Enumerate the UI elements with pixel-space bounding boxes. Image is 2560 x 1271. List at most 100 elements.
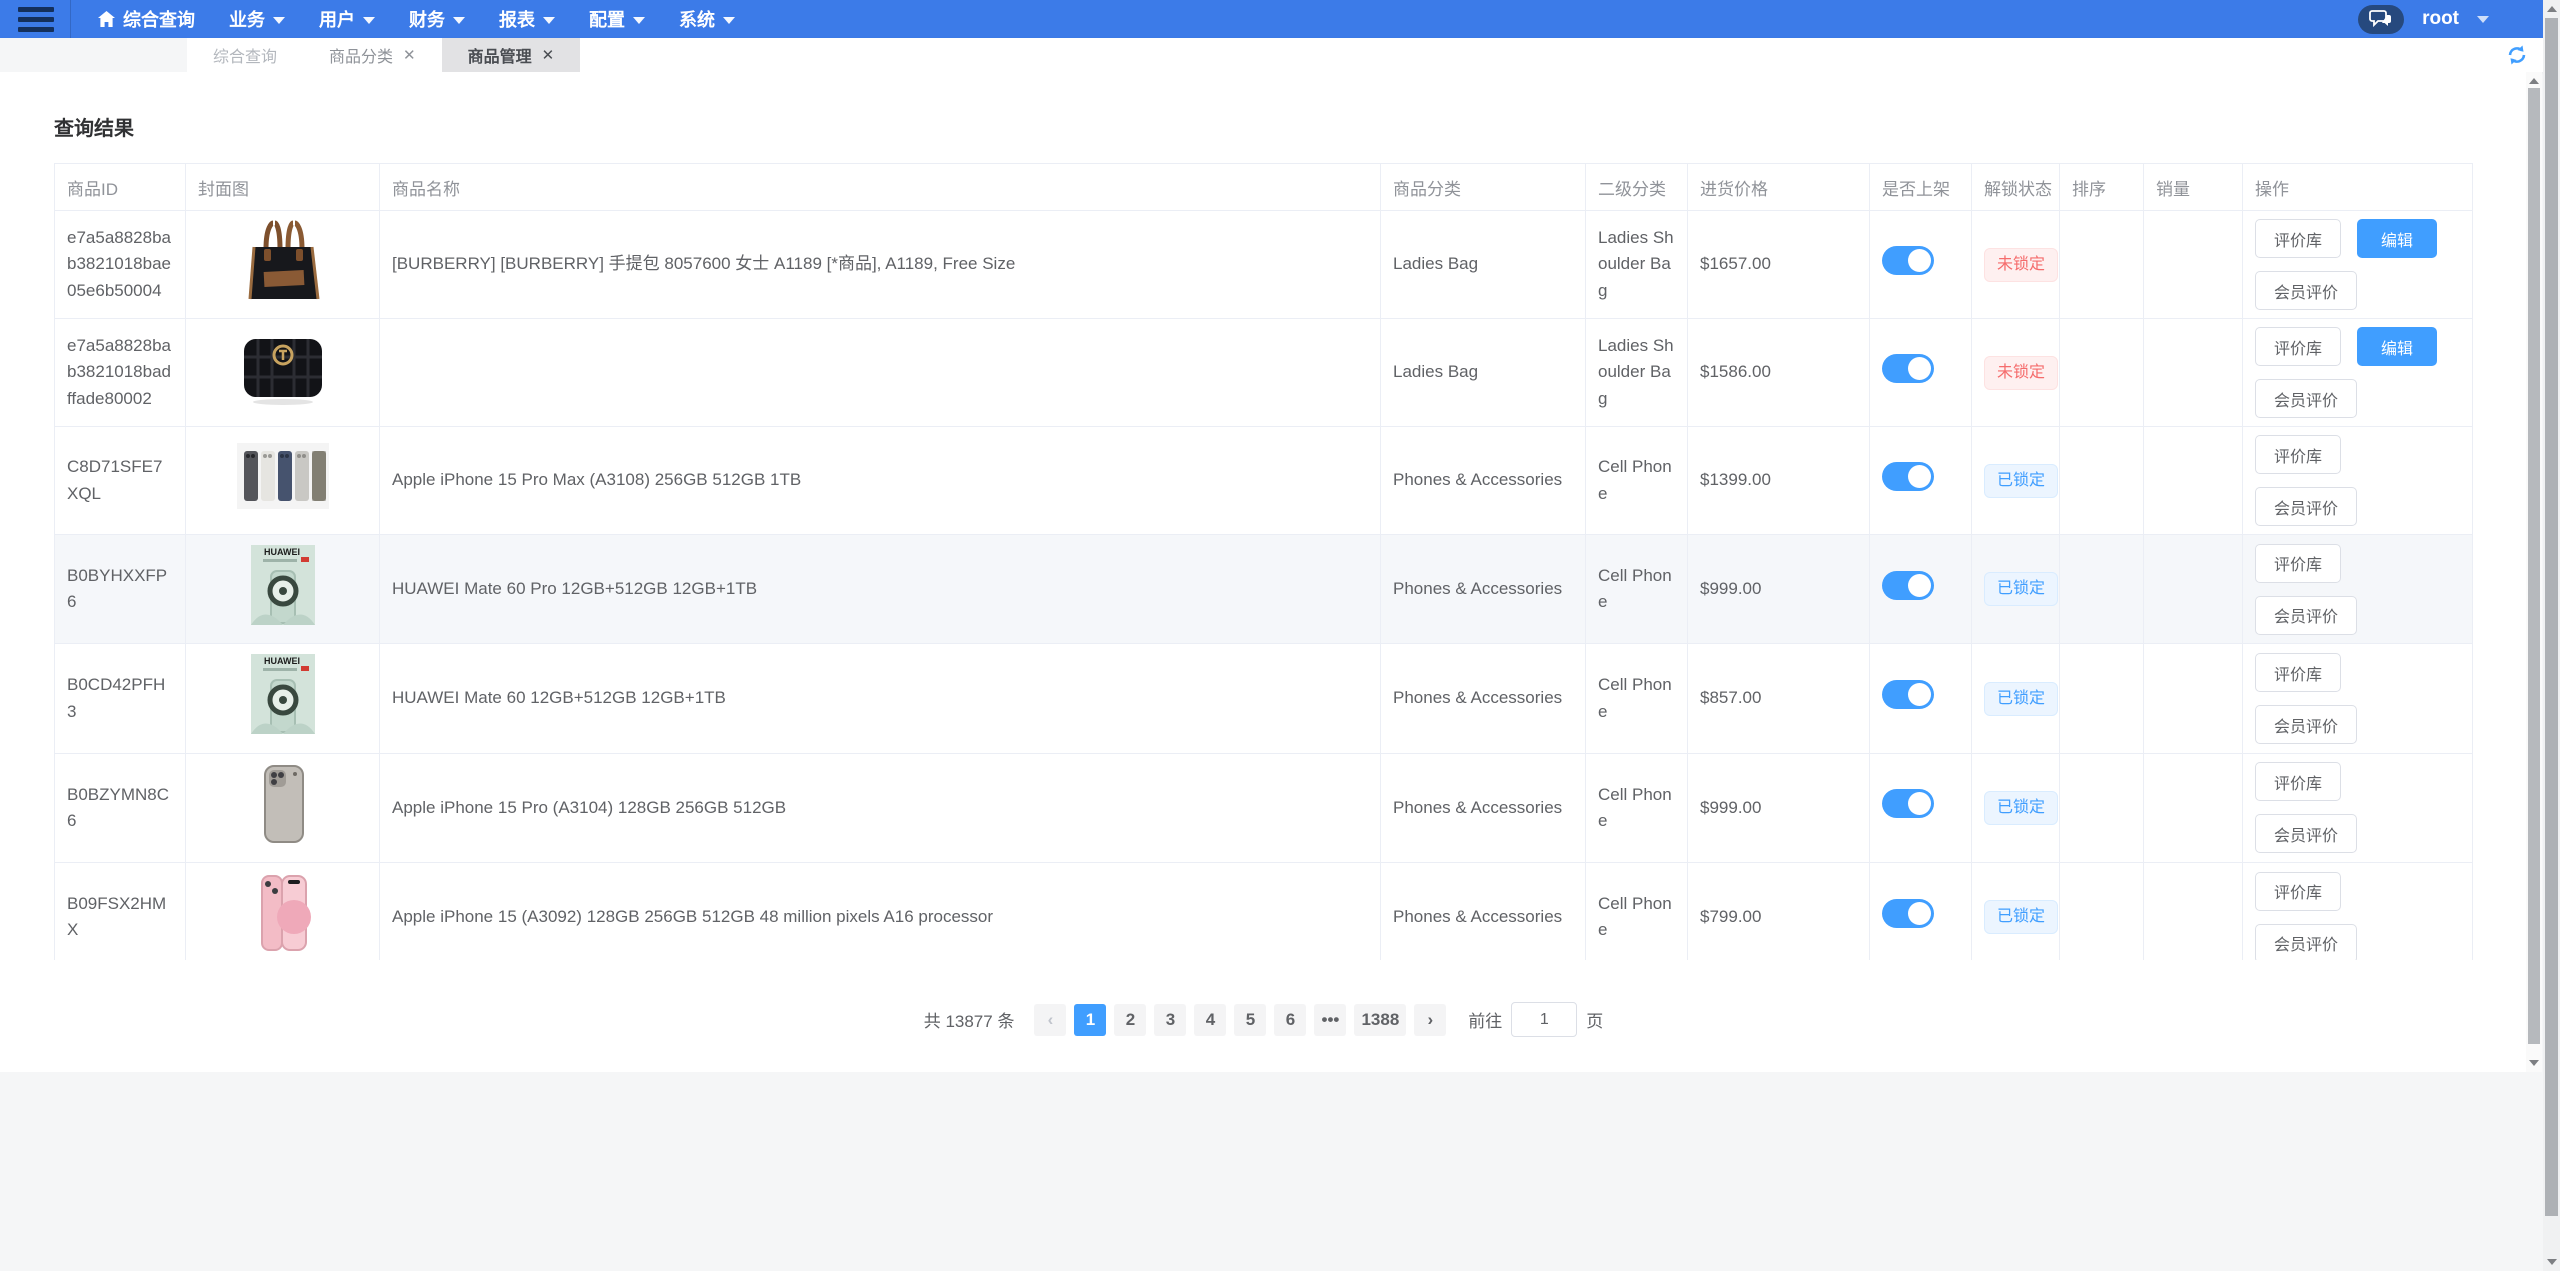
chevron-down-icon (453, 17, 465, 24)
column-header-商品ID: 商品ID (54, 163, 186, 211)
nav-item-label: 财务 (409, 10, 445, 30)
review-library-button[interactable]: 评价库 (2255, 871, 2342, 911)
page-button-1[interactable]: 1 (1074, 1003, 1107, 1036)
column-header-销量: 销量 (2143, 163, 2243, 211)
lock-status-badge: 已锁定 (1984, 681, 2059, 716)
table-row: B0BYHXXFP6 HUAWEI HUAWEI Mate 60 Pro 12GB+… (54, 533, 2473, 645)
tab-label: 综合查询 (213, 49, 278, 66)
nav-item-1[interactable]: 综合查询 (81, 0, 212, 38)
nav-item-7[interactable]: 系统 (662, 0, 752, 38)
next-page-button[interactable]: › (1414, 1003, 1447, 1036)
nav-item-label: 报表 (499, 10, 535, 30)
on-sale-toggle[interactable] (1882, 353, 1934, 383)
price-cell: $999.00 (1687, 752, 1870, 864)
hamburger-menu-icon[interactable] (18, 6, 54, 32)
nav-item-label: 配置 (589, 10, 625, 30)
review-library-button[interactable]: 评价库 (2255, 327, 2342, 366)
page-button-5[interactable]: 5 (1234, 1003, 1267, 1036)
subcategory-cell: Cell Phone (1585, 752, 1688, 864)
category-cell: Ladies Bag (1380, 318, 1586, 427)
window-scrollbar-thumb[interactable] (2545, 18, 2558, 1216)
on-sale-cell (1869, 210, 1972, 319)
on-sale-toggle[interactable] (1882, 245, 1934, 275)
nav-item-label: 业务 (229, 10, 265, 30)
review-library-button[interactable]: 评价库 (2255, 762, 2342, 802)
tab-商品分类[interactable]: 商品分类 ✕ (303, 38, 442, 72)
prev-page-button[interactable]: ‹ (1034, 1003, 1067, 1036)
nav-item-label: 综合查询 (123, 10, 195, 30)
tab-close-icon[interactable]: ✕ (542, 48, 555, 63)
lock-status-badge: 已锁定 (1984, 463, 2059, 498)
lock-status-cell: 已锁定 (1971, 426, 2060, 535)
on-sale-toggle[interactable] (1882, 898, 1934, 928)
nav-item-4[interactable]: 财务 (392, 0, 482, 38)
svg-text:HUAWEI: HUAWEI (264, 547, 300, 557)
on-sale-toggle[interactable] (1882, 679, 1934, 709)
page-button-1388[interactable]: 1388 (1354, 1003, 1407, 1036)
product-id-cell: B0BYHXXFP6 (54, 533, 186, 645)
edit-button[interactable]: 编辑 (2357, 327, 2438, 366)
lock-status-badge: 已锁定 (1984, 900, 2059, 935)
column-header-解锁状态: 解锁状态 (1971, 163, 2060, 211)
column-header-商品名称: 商品名称 (379, 163, 1381, 211)
tab-综合查询[interactable]: 综合查询 (187, 38, 303, 72)
nav-item-2[interactable]: 业务 (212, 0, 302, 38)
nav-item-3[interactable]: 用户 (302, 0, 392, 38)
page-button-3[interactable]: 3 (1154, 1003, 1187, 1036)
navbar-menu: 综合查询 业务 用户 财务 报表 配置 系统 (81, 0, 752, 38)
sort-cell (2059, 318, 2144, 427)
actions-cell: 评价库 编辑会员评价 (2242, 318, 2473, 427)
content-scrollbar[interactable] (2526, 72, 2542, 1072)
sort-cell (2059, 210, 2144, 319)
page-ellipsis-button[interactable]: ••• (1314, 1003, 1347, 1036)
price-cell: $999.00 (1687, 533, 1870, 645)
member-review-button[interactable]: 会员评价 (2255, 595, 2358, 635)
member-review-button[interactable]: 会员评价 (2255, 814, 2358, 854)
page-button-6[interactable]: 6 (1274, 1003, 1307, 1036)
member-review-button[interactable]: 会员评价 (2255, 487, 2358, 526)
messages-button[interactable] (2358, 4, 2405, 34)
product-id-cell: C8D71SFE7XQL (54, 426, 186, 535)
refresh-button[interactable] (2505, 43, 2529, 67)
user-menu-caret-icon[interactable] (2477, 15, 2489, 23)
nav-item-6[interactable]: 配置 (572, 0, 662, 38)
current-user-name[interactable]: root (2422, 8, 2459, 30)
nav-item-5[interactable]: 报表 (482, 0, 572, 38)
on-sale-toggle[interactable] (1882, 570, 1934, 600)
edit-button[interactable]: 编辑 (2357, 219, 2438, 258)
content-scroll-down-icon[interactable] (2526, 1060, 2542, 1066)
table-header-row: 商品ID 封面图 商品名称 商品分类 二级分类 进货价格 是否上架 解锁状态 排序 销量 操作 (54, 163, 2473, 211)
window-scroll-up-icon[interactable] (2543, 6, 2560, 12)
review-library-button[interactable]: 评价库 (2255, 435, 2342, 474)
member-review-button[interactable]: 会员评价 (2255, 705, 2358, 745)
tab-商品管理[interactable]: 商品管理 ✕ (441, 38, 581, 72)
on-sale-toggle[interactable] (1882, 461, 1934, 491)
window-scroll-down-icon[interactable] (2543, 1259, 2560, 1265)
tab-close-icon[interactable]: ✕ (403, 48, 416, 63)
home-icon (98, 11, 115, 27)
page-button-2[interactable]: 2 (1114, 1003, 1147, 1036)
member-review-button[interactable]: 会员评价 (2255, 379, 2358, 418)
content-scroll-up-icon[interactable] (2526, 78, 2542, 84)
page-button-4[interactable]: 4 (1194, 1003, 1227, 1036)
sort-cell (2059, 533, 2144, 645)
column-header-进货价格: 进货价格 (1687, 163, 1870, 211)
product-id-cell: B0CD42PFH3 (54, 643, 186, 754)
price-cell: $1399.00 (1687, 426, 1870, 535)
main-content-panel: 查询结果 商品ID 封面图 商品名称 商品分类 二级分类 进货价格 是否上架 解锁状态 排序 销量… (0, 72, 2526, 1072)
sales-cell (2143, 752, 2243, 864)
product-image-cell (185, 752, 380, 864)
sales-cell (2143, 643, 2243, 754)
on-sale-cell (1869, 752, 1972, 864)
content-scrollbar-thumb[interactable] (2528, 88, 2540, 1044)
lock-status-cell: 未锁定 (1971, 318, 2060, 427)
review-library-button[interactable]: 评价库 (2255, 543, 2342, 583)
member-review-button[interactable]: 会员评价 (2255, 923, 2358, 960)
goto-page-input[interactable] (1511, 1002, 1578, 1037)
review-library-button[interactable]: 评价库 (2255, 219, 2342, 258)
review-library-button[interactable]: 评价库 (2255, 653, 2342, 693)
window-scrollbar[interactable] (2543, 0, 2560, 1271)
on-sale-toggle[interactable] (1882, 789, 1934, 819)
total-count-label: 共 13877 条 (923, 1012, 1015, 1031)
member-review-button[interactable]: 会员评价 (2255, 271, 2358, 310)
